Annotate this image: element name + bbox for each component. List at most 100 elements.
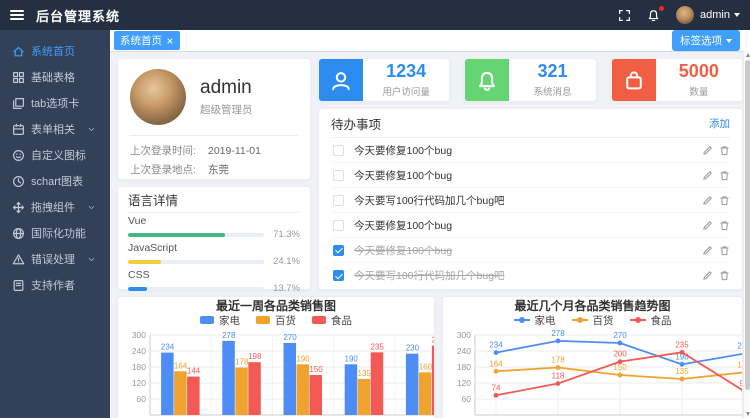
legend-item[interactable]: 百货 (256, 313, 296, 328)
tab-close-icon[interactable] (166, 37, 174, 45)
legend-item[interactable]: 食品 (312, 313, 352, 328)
delete-icon[interactable] (719, 145, 730, 156)
user-avatar[interactable] (676, 6, 694, 24)
delete-icon[interactable] (719, 170, 730, 181)
tab-label: 系统首页 (120, 33, 162, 48)
todo-card: 待办事项 添加 今天要修复100个bug今天要修复100个bug今天要写100行… (318, 108, 743, 290)
sidebar-item-emoji[interactable]: 自定义图标 (0, 142, 110, 168)
sidebar-item-table[interactable]: 基础表格 (0, 64, 110, 90)
globe-icon (12, 227, 25, 240)
last-login-time-row: 上次登录时间: 2019-11-01 (130, 142, 298, 161)
edit-icon[interactable] (702, 145, 713, 156)
progress-track (128, 233, 264, 237)
stat-label: 用户访问量 (382, 84, 430, 98)
svg-text:300: 300 (457, 330, 471, 340)
sidebar-item-form[interactable]: 表单相关 (0, 116, 110, 142)
todo-checkbox[interactable] (333, 145, 344, 156)
svg-text:180: 180 (132, 362, 146, 372)
edit-icon[interactable] (702, 220, 713, 231)
todo-item: 今天要修复100个bug (331, 213, 730, 238)
clock-icon (12, 175, 25, 188)
todo-checkbox[interactable] (333, 220, 344, 231)
delete-icon[interactable] (719, 195, 730, 206)
sidebar-item-label: 错误处理 (31, 251, 75, 267)
svg-text:300: 300 (132, 330, 146, 340)
legend-item[interactable]: 食品 (630, 313, 672, 328)
svg-text:240: 240 (457, 346, 471, 356)
language-card-title: 语言详情 (128, 191, 300, 213)
stat-card-bag: 5000数量 (611, 58, 743, 102)
sidebar-item-label: tab选项卡 (31, 95, 79, 111)
left-column: admin 超级管理员 上次登录时间: 2019-11-01 上次登录地点: 东… (117, 58, 311, 290)
sidebar-item-label: 表单相关 (31, 121, 75, 137)
delete-icon[interactable] (719, 220, 730, 231)
sidebar-item-book[interactable]: 支持作者 (0, 272, 110, 298)
svg-text:164: 164 (174, 361, 188, 370)
stats-row: 1234用户访问量321系统消息5000数量 (318, 58, 743, 102)
tab-options-label: 标签选项 (680, 33, 722, 48)
menu-toggle-icon[interactable] (10, 10, 24, 20)
line-chart-legend: 家电 百货 食品 (443, 313, 742, 327)
edit-icon[interactable] (702, 170, 713, 181)
sidebar-item-label: schart图表 (31, 173, 83, 189)
legend-label: 家电 (535, 313, 556, 328)
sidebar-item-globe[interactable]: 国际化功能 (0, 220, 110, 246)
header: 后台管理系统 admin (0, 0, 750, 30)
profile-card: admin 超级管理员 上次登录时间: 2019-11-01 上次登录地点: 东… (117, 58, 311, 180)
svg-text:60: 60 (137, 394, 147, 404)
bag-icon (623, 70, 645, 92)
legend-label: 百货 (275, 313, 296, 328)
user-menu[interactable]: admin (700, 9, 740, 21)
delete-icon[interactable] (719, 245, 730, 256)
legend-item[interactable]: 百货 (572, 313, 614, 328)
legend-swatch (514, 319, 530, 321)
sidebar-item-drag[interactable]: 拖拽组件 (0, 194, 110, 220)
svg-text:150: 150 (309, 365, 323, 374)
fullscreen-icon[interactable] (618, 8, 633, 23)
todo-checkbox[interactable] (333, 245, 344, 256)
detail-value: 2019-11-01 (208, 142, 261, 161)
svg-text:178: 178 (551, 356, 565, 365)
stat-value: 321 (537, 62, 567, 82)
legend-item[interactable]: 家电 (200, 313, 240, 328)
svg-text:120: 120 (457, 378, 471, 388)
edit-icon[interactable] (702, 245, 713, 256)
scroll-up-arrow[interactable] (744, 50, 750, 59)
tabs-icon (12, 97, 25, 110)
delete-icon[interactable] (719, 270, 730, 281)
edit-icon[interactable] (702, 195, 713, 206)
profile-role: 超级管理员 (200, 102, 253, 117)
scroll-down-arrow[interactable] (744, 409, 750, 418)
bell-icon[interactable] (647, 8, 662, 23)
svg-text:270: 270 (283, 333, 297, 342)
stat-label: 系统消息 (533, 84, 571, 98)
legend-item[interactable]: 家电 (514, 313, 556, 328)
sidebar-item-clock[interactable]: schart图表 (0, 168, 110, 194)
tab-home[interactable]: 系统首页 (114, 31, 180, 50)
progress-track (128, 287, 264, 291)
chevron-down-icon (734, 13, 740, 17)
scrollbar-thumb[interactable] (745, 60, 750, 390)
svg-text:180: 180 (457, 362, 471, 372)
svg-text:118: 118 (552, 372, 565, 381)
sidebar-item-tabs[interactable]: tab选项卡 (0, 90, 110, 116)
todo-checkbox[interactable] (333, 270, 344, 281)
todo-list: 今天要修复100个bug今天要修复100个bug今天要写100行代码加几个bug… (331, 138, 730, 288)
sidebar-item-home[interactable]: 系统首页 (0, 38, 110, 64)
legend-label: 食品 (331, 313, 352, 328)
svg-text:178: 178 (235, 358, 249, 367)
svg-text:144: 144 (187, 367, 201, 376)
vertical-scrollbar[interactable] (743, 50, 750, 418)
tab-options-button[interactable]: 标签选项 (672, 30, 740, 51)
sidebar-item-warning[interactable]: 错误处理 (0, 246, 110, 272)
stat-icon-box (319, 59, 363, 102)
todo-checkbox[interactable] (333, 170, 344, 181)
edit-icon[interactable] (702, 270, 713, 281)
legend-swatch (256, 316, 270, 324)
chevron-down-icon (87, 255, 96, 264)
todo-add-button[interactable]: 添加 (709, 116, 730, 131)
stat-icon-box (465, 59, 509, 102)
todo-checkbox[interactable] (333, 195, 344, 206)
svg-text:235: 235 (675, 340, 689, 349)
legend-label: 百货 (593, 313, 614, 328)
